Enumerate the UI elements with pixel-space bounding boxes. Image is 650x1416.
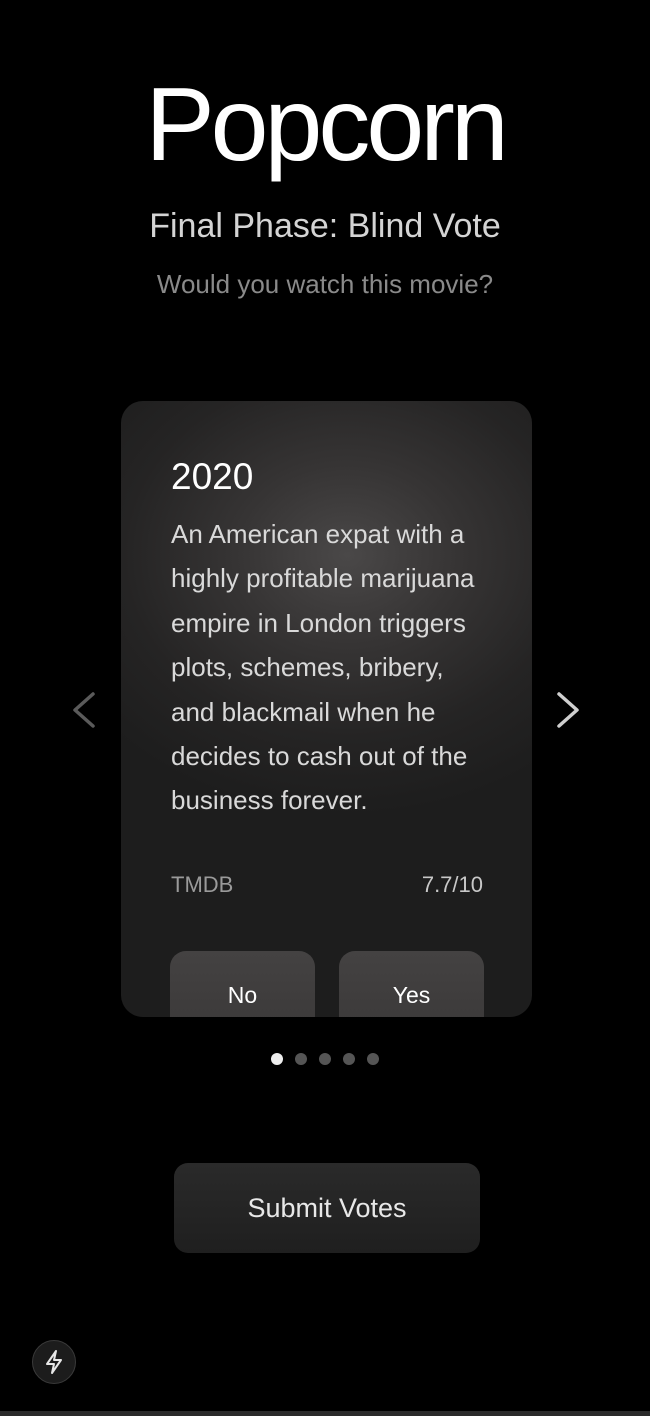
vote-no-button[interactable]: No bbox=[170, 951, 315, 1017]
pagination-dot[interactable] bbox=[367, 1053, 379, 1065]
page: Popcorn Final Phase: Blind Vote Would yo… bbox=[0, 0, 650, 1416]
previous-movie-button[interactable] bbox=[64, 688, 104, 732]
app-title: Popcorn bbox=[145, 67, 508, 183]
submit-votes-button[interactable]: Submit Votes bbox=[174, 1163, 480, 1253]
movie-rating: 7.7/10 bbox=[421, 872, 483, 897]
vote-yes-label: Yes bbox=[392, 982, 431, 1008]
vote-prompt: Would you watch this movie? bbox=[156, 269, 494, 299]
pagination-dot[interactable] bbox=[319, 1053, 331, 1065]
carousel-pagination bbox=[0, 1053, 650, 1065]
movie-year: 2020 bbox=[171, 456, 254, 497]
next-movie-button[interactable] bbox=[548, 688, 588, 732]
vote-no-label: No bbox=[227, 982, 258, 1008]
dev-tools-button[interactable] bbox=[32, 1340, 76, 1384]
movie-description: An American expat with a highly profitab… bbox=[171, 519, 475, 816]
pagination-dot[interactable] bbox=[295, 1053, 307, 1065]
chevron-right-icon bbox=[557, 692, 579, 728]
lightning-bolt-icon bbox=[46, 1350, 62, 1374]
chevron-left-icon bbox=[73, 692, 95, 728]
pagination-dot[interactable] bbox=[271, 1053, 283, 1065]
vote-yes-button[interactable]: Yes bbox=[339, 951, 484, 1017]
rating-source: TMDB bbox=[171, 872, 234, 897]
bottom-edge bbox=[0, 1411, 650, 1416]
movie-card: 2020 An American expat with a highly pro… bbox=[121, 401, 532, 1017]
pagination-dot[interactable] bbox=[343, 1053, 355, 1065]
phase-title: Final Phase: Blind Vote bbox=[149, 207, 501, 245]
